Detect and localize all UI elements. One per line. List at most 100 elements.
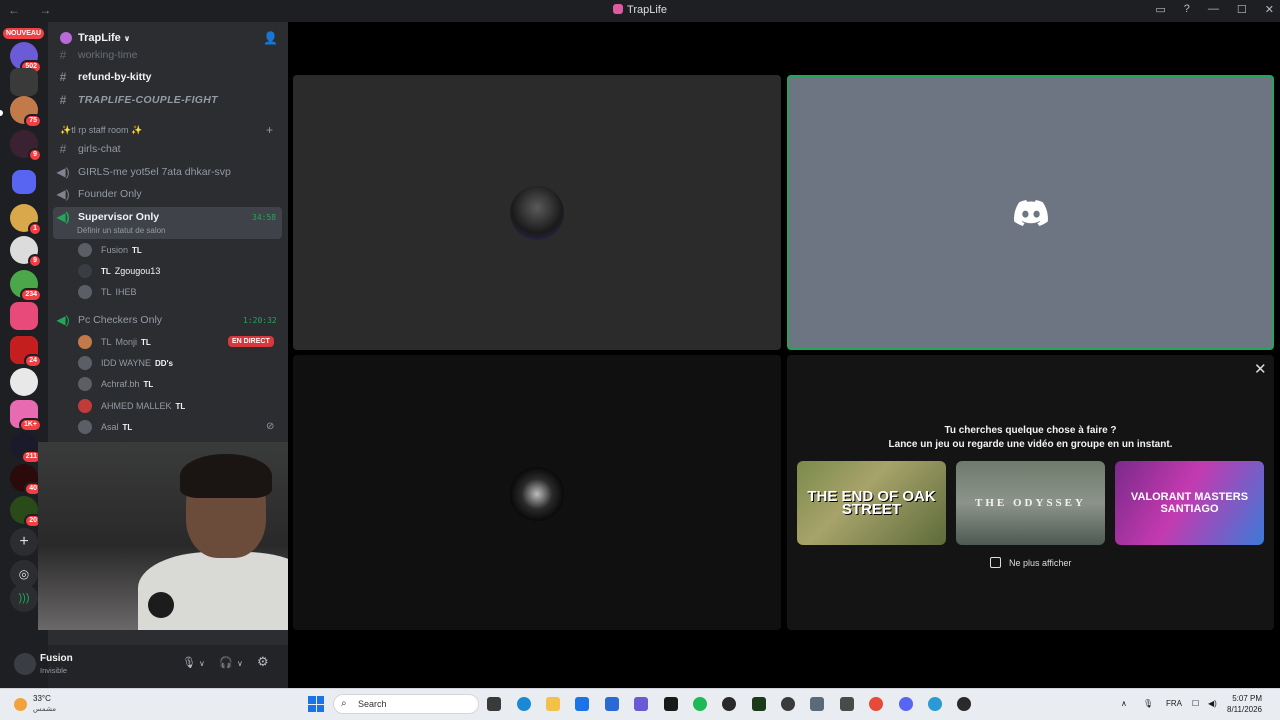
voice-user[interactable]: TL Monji TL <box>78 332 151 352</box>
mention-badge: 9 <box>28 148 42 162</box>
server-icon[interactable]: 211 <box>10 432 42 464</box>
channel-girls-voice[interactable]: ◀) GIRLS-me yot5el 7ata dhkar-svp <box>56 162 231 182</box>
channel-label: Pc Checkers Only <box>78 314 163 326</box>
server-icon[interactable]: 1K+ <box>10 400 42 432</box>
discord-taskbar-icon[interactable] <box>899 697 913 711</box>
voice-user[interactable]: AHMED MALLEK TL <box>78 396 185 416</box>
hash-icon: # <box>59 70 67 84</box>
dont-show-checkbox[interactable] <box>990 557 1001 568</box>
folder-icon[interactable] <box>12 170 36 194</box>
channel-pc-checkers[interactable]: ◀) Pc Checkers Only <box>56 310 162 330</box>
volume-icon[interactable]: ◀) <box>1208 699 1217 708</box>
mention-badge: 75 <box>24 114 42 128</box>
channel-girls-chat[interactable]: # girls-chat <box>56 139 121 159</box>
username[interactable]: Fusion <box>40 653 73 664</box>
minimize-button[interactable]: — <box>1208 3 1219 16</box>
activity-prompt: Tu cherches quelque chose à faire ? Lanc… <box>787 424 1274 452</box>
channel-working-time[interactable]: # working-time <box>56 45 138 65</box>
server-icon[interactable]: 1 <box>10 204 42 236</box>
voice-user-name: Monji <box>115 337 138 347</box>
app-logo-icon <box>613 4 624 14</box>
voice-user[interactable]: Achraf.bh TL <box>78 374 153 394</box>
task-view-icon[interactable] <box>487 697 501 711</box>
app-icon[interactable] <box>752 697 766 711</box>
add-server-icon[interactable]: + <box>10 528 38 556</box>
activity-card[interactable]: THE END OF OAK STREET <box>797 461 946 545</box>
add-channel-icon[interactable]: + <box>266 123 273 137</box>
voice-user[interactable]: TL Zgougou13 <box>78 261 160 281</box>
chrome-icon[interactable] <box>869 697 883 711</box>
add-member-icon[interactable]: 👤 <box>263 31 278 45</box>
chatgpt-icon[interactable] <box>781 697 795 711</box>
voice-user[interactable]: Fusion TL <box>78 240 142 260</box>
avatar <box>78 243 92 257</box>
channel-supervisor[interactable]: ◀) Supervisor Only <box>56 207 159 227</box>
server-icon[interactable]: 234 <box>10 270 42 302</box>
close-icon[interactable]: ✕ <box>1254 360 1267 378</box>
teams-icon[interactable] <box>634 697 648 711</box>
voice-user[interactable]: IDD WAYNE DD's <box>78 353 173 373</box>
activity-card[interactable]: VALORANT MASTERS SANTIAGO <box>1115 461 1264 545</box>
close-window-button[interactable]: ✕ <box>1265 3 1274 16</box>
channel-refund[interactable]: # refund-by-kitty <box>56 67 152 87</box>
channel-status[interactable]: Définir un statut de salon <box>77 226 166 235</box>
channel-label: GIRLS-me yot5el 7ata dhkar-svp <box>78 166 231 178</box>
start-icon[interactable] <box>308 696 324 712</box>
clock-time: 5:07 PM <box>1232 694 1262 703</box>
voice-user[interactable]: Asal TL <box>78 417 132 437</box>
server-icon[interactable]: 24 <box>10 336 42 368</box>
dont-show-label[interactable]: Ne plus afficher <box>1009 558 1071 568</box>
server-icon[interactable]: 9 <box>10 130 42 162</box>
channel-founder[interactable]: ◀) Founder Only <box>56 184 141 204</box>
inbox-icon[interactable]: ▭ <box>1155 3 1165 16</box>
headphones-icon[interactable]: 🎧 <box>219 656 233 669</box>
category-staff-room[interactable]: ✨tl rp staff room ✨ <box>60 125 142 136</box>
maximize-button[interactable]: ☐ <box>1237 3 1247 16</box>
file-explorer-icon[interactable] <box>546 697 560 711</box>
channel-label: refund-by-kitty <box>78 71 152 83</box>
user-panel <box>48 645 288 688</box>
help-icon[interactable]: ? <box>1184 3 1190 16</box>
store-icon[interactable] <box>605 697 619 711</box>
taskbar-search[interactable]: ⌕ Search <box>333 694 479 714</box>
server-icon[interactable]: 502 <box>10 42 42 74</box>
outlook-icon[interactable] <box>575 697 589 711</box>
language-indicator[interactable]: FRA <box>1166 699 1182 708</box>
clock[interactable]: 5:07 PM 8/11/2026 <box>1227 693 1262 715</box>
server-icon[interactable]: 75 <box>10 96 42 128</box>
mention-badge: 1 <box>28 222 42 236</box>
avatar[interactable] <box>14 653 36 675</box>
rss-icon[interactable]: ))) <box>10 584 38 612</box>
settings-icon[interactable]: ⚙ <box>257 654 269 670</box>
mention-badge: 24 <box>24 354 42 368</box>
calculator-icon[interactable] <box>840 697 854 711</box>
server-icon[interactable] <box>10 368 38 396</box>
app-icon[interactable] <box>722 697 736 711</box>
avatar <box>78 399 92 413</box>
app-icon[interactable] <box>957 697 971 711</box>
chevron-up-icon[interactable]: ∧ <box>1121 699 1127 708</box>
server-icon[interactable] <box>10 68 38 96</box>
sun-icon[interactable] <box>14 698 27 711</box>
server-icon[interactable]: 20 <box>10 496 42 528</box>
channel-couple-fight[interactable]: # TRAPLIFE-COUPLE-FIGHT <box>56 90 218 110</box>
speaker-icon: ◀) <box>56 210 70 224</box>
microphone-tray-icon[interactable]: 🎙 <box>1143 699 1153 708</box>
wifi-icon[interactable]: ☐ <box>1192 699 1199 708</box>
telegram-icon[interactable] <box>928 697 942 711</box>
spotify-icon[interactable] <box>693 697 707 711</box>
edge-icon[interactable] <box>517 697 531 711</box>
server-icon[interactable] <box>10 302 38 330</box>
microphone-icon[interactable]: 🎙 <box>182 656 196 669</box>
voice-user[interactable]: TL IHEB <box>78 282 137 302</box>
chevron-down-icon[interactable]: ∨ <box>237 659 243 668</box>
settings-app-icon[interactable] <box>810 697 824 711</box>
activity-card[interactable]: THE ODYSSEY <box>956 461 1105 545</box>
user-tag: TL <box>141 337 151 347</box>
title-bar: ← → TrapLife ▭ ? — ☐ ✕ <box>0 0 1280 22</box>
server-icon[interactable]: 9 <box>10 236 42 268</box>
chevron-down-icon[interactable]: ∨ <box>199 659 205 668</box>
terminal-icon[interactable] <box>664 697 678 711</box>
server-icon[interactable]: 40 <box>10 464 42 496</box>
weather-temp[interactable]: 33°C <box>33 694 51 703</box>
